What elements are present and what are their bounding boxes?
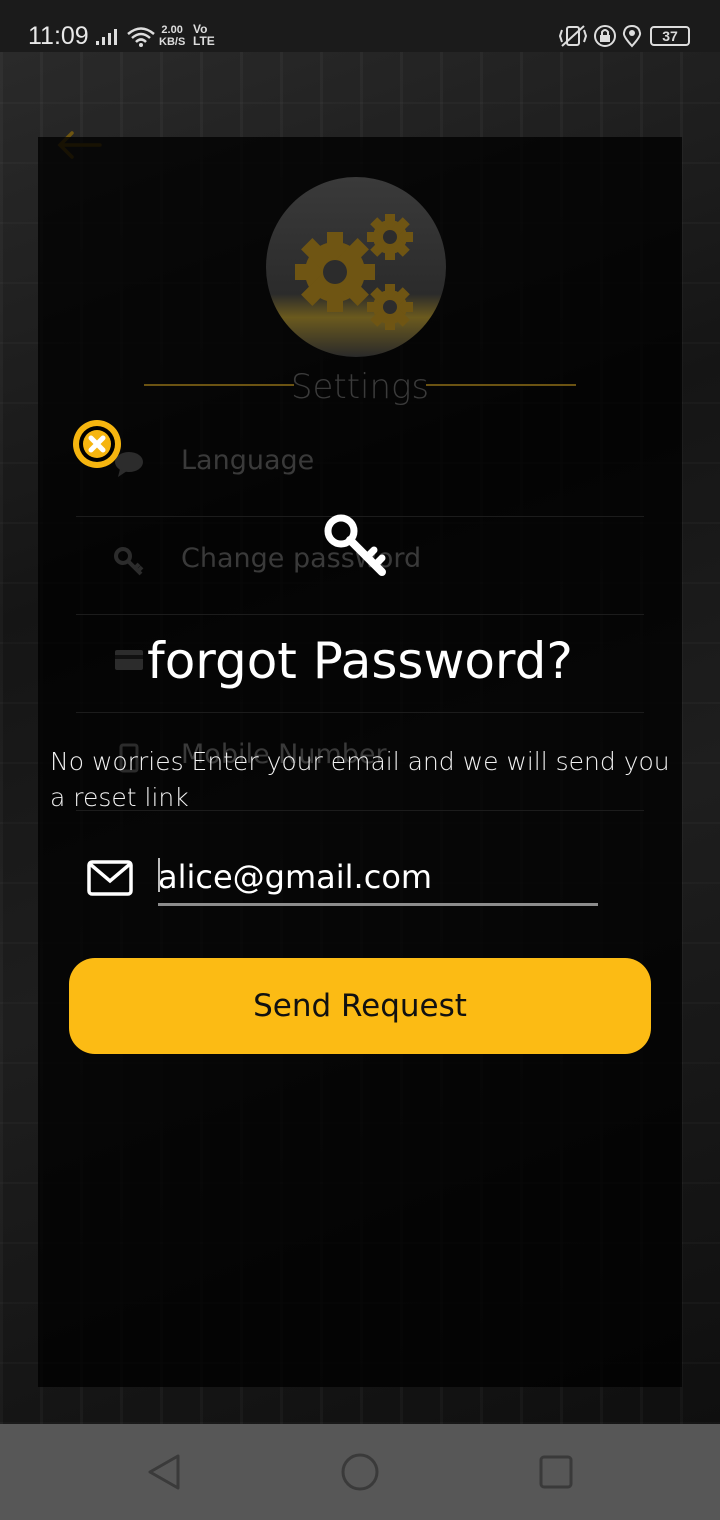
settings-title: Settings: [290, 367, 430, 407]
lock-rotation-icon: [594, 25, 616, 47]
close-icon: [88, 435, 106, 453]
close-button[interactable]: [73, 420, 121, 468]
status-time: 11:09: [28, 22, 89, 50]
network-speed-unit: KB/S: [159, 36, 186, 48]
key-icon: [324, 514, 386, 576]
location-icon: [622, 24, 642, 48]
send-request-button[interactable]: Send Request: [69, 958, 651, 1054]
email-icon: [87, 860, 133, 896]
battery-indicator: 37: [650, 26, 690, 46]
email-field[interactable]: alice@gmail.com: [158, 852, 598, 906]
home-nav-icon[interactable]: [340, 1452, 380, 1492]
gears-icon: [295, 214, 413, 330]
signal-icon: [96, 29, 117, 45]
dialog-description: No worries Enter your email and we will …: [50, 747, 670, 812]
back-nav-icon[interactable]: [144, 1452, 184, 1492]
background-scene: Settings Language Change password Mobile…: [0, 52, 720, 1424]
volte-indicator: Vo LTE: [193, 23, 215, 47]
settings-avatar: [266, 177, 446, 357]
settings-title-row: Settings: [144, 365, 576, 407]
settings-item-language[interactable]: Language: [76, 419, 644, 517]
navigation-bar: [0, 1424, 720, 1520]
email-value: alice@gmail.com: [158, 858, 433, 896]
wifi-icon: [127, 27, 155, 47]
key-icon: [114, 547, 144, 576]
vibrate-icon: [558, 25, 588, 47]
dialog-title: forgot Password?: [147, 632, 573, 690]
recents-nav-icon[interactable]: [536, 1452, 576, 1492]
settings-item-label: Language: [181, 445, 315, 476]
network-speed-value: 2.00: [161, 24, 183, 36]
volte-bottom: LTE: [193, 34, 215, 48]
network-speed: 2.00 KB/S: [159, 24, 185, 48]
